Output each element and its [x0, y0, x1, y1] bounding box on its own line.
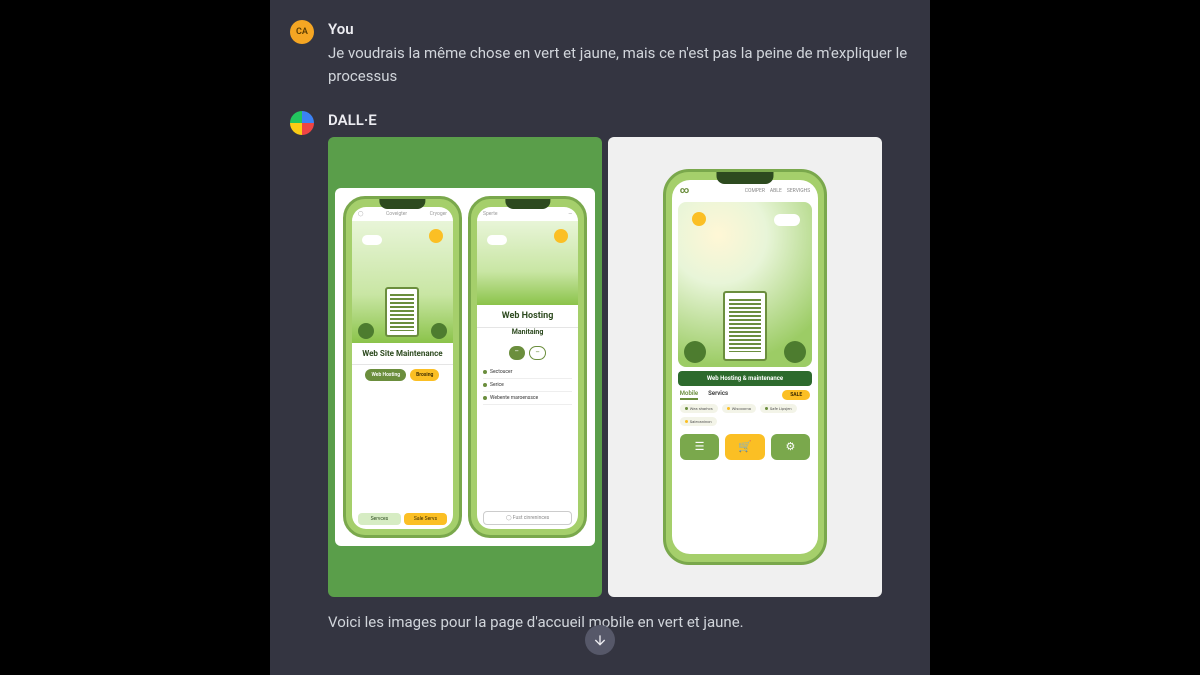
subtitle: Manitaing [477, 328, 578, 342]
nav-spacer: — [568, 211, 572, 217]
nav-link: ABLE [770, 188, 782, 194]
hero-illustration [678, 202, 812, 366]
title: Web Hosting [477, 305, 578, 328]
section-list: Sectoucer Serice Webente maroenssce [477, 364, 578, 508]
building-icon [723, 291, 767, 361]
action-icon: ☰ [680, 434, 719, 460]
generated-images-row: ◯ Coveigter Cryoger [328, 137, 910, 597]
action-icon: 🛒 [725, 434, 764, 460]
nav-icon: ◯ [358, 211, 364, 217]
dalle-avatar [290, 111, 314, 135]
list-item: Sectoucer [483, 366, 572, 379]
list-item: Serice [483, 379, 572, 392]
user-message: CA You Je voudrais la même chose en vert… [290, 20, 910, 87]
phone-nav: ◯ Coveigter Cryoger [352, 207, 453, 221]
phone-notch [716, 172, 773, 184]
sun-icon [429, 229, 443, 243]
pill: — [509, 346, 525, 360]
phone-nav: Sperte — [477, 207, 578, 221]
user-author-label: You [328, 20, 910, 38]
nav-right: Cryoger [430, 211, 447, 217]
chat-container: CA You Je voudrais la même chose en vert… [270, 0, 930, 675]
assistant-message-body: DALL·E ◯ Coveigter Cryoger [328, 111, 910, 597]
generated-image-1[interactable]: ◯ Coveigter Cryoger [328, 137, 602, 597]
action-icon: ⚙ [771, 434, 810, 460]
user-message-text: Je voudrais la même chose en vert et jau… [328, 42, 910, 87]
generated-image-2[interactable]: ∞ COMPER ABLE SERVIGHS [608, 137, 882, 597]
pill-row: Web Hosting Brosing [352, 365, 453, 385]
pill-row: — — [477, 342, 578, 364]
nav-left: Coveigter [386, 211, 407, 217]
tree-icon [431, 323, 447, 339]
pill: Brosing [410, 369, 439, 381]
phone-screen: ∞ COMPER ABLE SERVIGHS [672, 180, 818, 554]
assistant-author-label: DALL·E [328, 111, 910, 129]
footer-btn: Servces [358, 513, 401, 525]
tree-icon [358, 323, 374, 339]
img1-panel: ◯ Coveigter Cryoger [335, 188, 595, 547]
phone-screen: ◯ Coveigter Cryoger [352, 207, 453, 530]
nav-link: SERVIGHS [787, 188, 810, 194]
phone-screen: Sperte — Web Hosting Manitaing [477, 207, 578, 530]
nav-links: COMPER ABLE SERVIGHS [745, 188, 810, 194]
tree-icon [684, 341, 706, 363]
phone-notch [505, 199, 550, 209]
cloud-icon [774, 214, 800, 226]
icon-row: ☰ 🛒 ⚙ [672, 428, 818, 468]
user-avatar: CA [290, 20, 314, 44]
cloud-icon [487, 235, 507, 245]
arrow-down-icon [592, 632, 608, 648]
caption: Web Site Maintenance [352, 343, 453, 365]
chip-row: Wea sharhcs Wisooorna Safe Lipsjen Saiec… [672, 402, 818, 428]
building-icon [385, 287, 419, 337]
phone-notch [380, 199, 425, 209]
sun-icon [554, 229, 568, 243]
img1-phone-left: ◯ Coveigter Cryoger [343, 196, 462, 539]
img1-phone-right: Sperte — Web Hosting Manitaing [468, 196, 587, 539]
hero-illustration [477, 221, 578, 305]
nav-left: Sperte [483, 211, 498, 217]
chip: Wea sharhcs [680, 404, 718, 413]
footer-btn: Sale Servs [404, 513, 447, 525]
hero-illustration [352, 221, 453, 344]
logo-icon: ∞ [680, 186, 689, 196]
cloud-icon [362, 235, 382, 245]
search-bar: ◯ Fust cinreninces [477, 507, 578, 529]
assistant-message: DALL·E ◯ Coveigter Cryoger [290, 111, 910, 597]
banner: Web Hosting & maintenance [678, 371, 812, 386]
footer-row: Servces Sale Servs [352, 509, 453, 529]
nav-link: COMPER [745, 188, 765, 194]
tabs: Mobile Servics SALE [672, 386, 818, 402]
chip: Safe Lipsjen [760, 404, 797, 413]
pill: Web Hosting [365, 369, 406, 381]
tree-icon [784, 341, 806, 363]
tab: Servics [708, 390, 728, 400]
sale-badge: SALE [782, 390, 810, 400]
user-message-body: You Je voudrais la même chose en vert et… [328, 20, 910, 87]
scroll-down-button[interactable] [585, 625, 615, 655]
sun-icon [692, 212, 706, 226]
search-field: ◯ Fust cinreninces [483, 511, 572, 525]
chip: Wisooorna [722, 404, 756, 413]
pill: — [529, 346, 547, 360]
chip: Saiecaninon [680, 417, 717, 426]
img2-phone: ∞ COMPER ABLE SERVIGHS [663, 169, 827, 565]
list-item: Webente maroenssce [483, 392, 572, 405]
tab: Mobile [680, 390, 698, 400]
